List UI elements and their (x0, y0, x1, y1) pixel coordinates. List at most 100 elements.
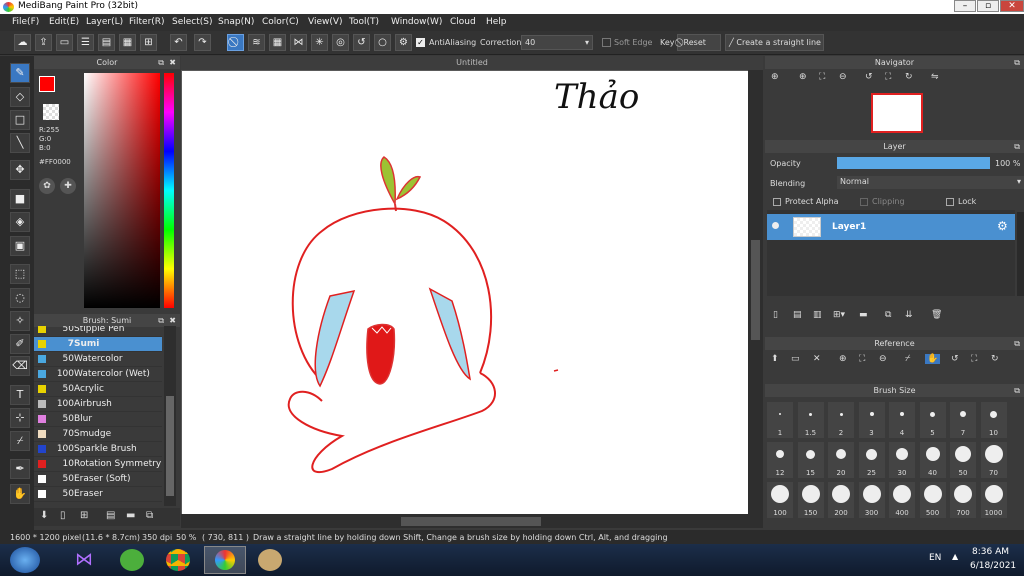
brush-cloud-icon[interactable]: ⬇ (40, 510, 48, 521)
fill-rect-tool-icon[interactable]: ■ (10, 189, 30, 209)
rotate-right-icon[interactable]: ↻ (991, 354, 999, 364)
snap-vanish-icon[interactable]: ⋈ (290, 34, 307, 51)
brush-item[interactable]: 50 Acrylic (34, 382, 162, 397)
select-pen-icon[interactable]: ✐ (10, 334, 30, 354)
rotate-left-icon[interactable]: ↺ (865, 72, 873, 82)
navigator-preview[interactable] (871, 93, 923, 133)
zoom-out-icon[interactable]: ⊖ (839, 72, 847, 82)
open-folder-icon[interactable]: ▭ (791, 354, 800, 364)
undo-icon[interactable]: ↶ (170, 34, 187, 51)
zoom-in-icon[interactable]: ⊕ (839, 354, 847, 364)
text-tool-icon[interactable]: T (10, 385, 30, 405)
brush-size-option[interactable]: 25 (858, 442, 885, 478)
brush-size-option[interactable]: 12 (767, 442, 793, 478)
menu-select[interactable]: Select(S) (172, 17, 213, 27)
drawing-canvas[interactable]: Thảo (182, 71, 748, 514)
zoom-out-icon[interactable]: ⊖ (879, 354, 887, 364)
bucket-tool-icon[interactable]: ◈ (10, 212, 30, 232)
menu-tool[interactable]: Tool(T) (349, 17, 379, 27)
menu-window[interactable]: Window(W) (391, 17, 442, 27)
undock-icon[interactable]: ⧉ (158, 56, 164, 69)
operation-tool-icon[interactable]: ⊹ (10, 408, 30, 428)
rotate-left-icon[interactable]: ↺ (951, 354, 959, 364)
brush-item[interactable]: 7Sumi✿ (34, 337, 162, 352)
scrollbar-thumb[interactable] (166, 396, 174, 496)
cloud-icon[interactable]: ☁ (14, 34, 31, 51)
antialiasing-checkbox[interactable]: ✓ (416, 38, 425, 47)
undock-icon[interactable]: ⧉ (1014, 140, 1020, 153)
brush-size-option[interactable]: 700 (950, 482, 976, 518)
brush-size-option[interactable]: 3 (858, 402, 885, 438)
new-8bit-layer-icon[interactable]: ▥ (813, 310, 822, 320)
menu-help[interactable]: Help (486, 17, 507, 27)
gradient-tool-icon[interactable]: ▣ (10, 236, 30, 256)
vscroll-thumb[interactable] (751, 240, 760, 340)
visibility-icon[interactable] (772, 222, 779, 229)
brush-item[interactable]: 50 Stipple Pen (34, 326, 162, 337)
clipping-checkbox[interactable] (860, 198, 868, 206)
menu-file[interactable]: File(F) (12, 17, 39, 27)
brush-item[interactable]: 50 Watercolor (34, 352, 162, 367)
brush-size-option[interactable]: 30 (889, 442, 915, 478)
gear-icon[interactable]: ⚙ (997, 219, 1008, 233)
eyedropper-icon[interactable]: ⌿ (905, 354, 910, 364)
snap-circle-icon[interactable]: ◎ (332, 34, 349, 51)
brush-size-option[interactable]: 4 (889, 402, 915, 438)
flip-icon[interactable]: ⇋ (931, 72, 939, 82)
palette-icon[interactable]: ✿ (39, 178, 55, 194)
menu-layer[interactable]: Layer(L) (86, 17, 123, 27)
add-layer-dropdown-icon[interactable]: ⊞▾ (833, 310, 845, 320)
brush-item[interactable]: 50 Eraser (34, 487, 162, 502)
palette-add-icon[interactable]: ✚ (60, 178, 76, 194)
brush-size-option[interactable]: 150 (797, 482, 824, 518)
app-green-icon[interactable] (120, 549, 144, 571)
reset-button[interactable]: ⃠ Reset (677, 34, 721, 51)
reference-cloud-icon[interactable]: ⬆ (771, 354, 779, 364)
brush-size-option[interactable]: 2 (828, 402, 854, 438)
blending-select[interactable]: Normal ▾ (837, 176, 1024, 189)
add-brush-icon[interactable]: ⊞ (80, 510, 88, 521)
snap-radial-icon[interactable]: ✳ (311, 34, 328, 51)
undock-icon[interactable]: ⧉ (1014, 56, 1020, 69)
upload-icon[interactable]: ⇪ (35, 34, 52, 51)
lasso-tool-icon[interactable]: ◌ (10, 288, 30, 308)
brush-item[interactable]: 10 Rotation Symmetry P (34, 457, 162, 472)
saturation-value-picker[interactable] (84, 73, 160, 308)
line-tool-icon[interactable]: ╲ (10, 133, 30, 153)
redo-icon[interactable]: ↷ (194, 34, 211, 51)
maximize-button[interactable]: ▫ (977, 0, 999, 12)
visual-studio-icon[interactable]: ⋈ (72, 549, 96, 571)
straight-line-button[interactable]: ╱ Create a straight line (725, 34, 824, 51)
close-panel-icon[interactable]: ✖ (169, 56, 176, 69)
layout-icon[interactable]: ⊞ (140, 34, 157, 51)
brush-size-option[interactable]: 40 (919, 442, 946, 478)
brush-item[interactable]: 50 Blur (34, 412, 162, 427)
paint-icon[interactable] (258, 549, 282, 571)
minimize-button[interactable]: – (954, 0, 976, 12)
brush-tool-icon[interactable]: ✎ (10, 63, 30, 83)
horizontal-scrollbar[interactable] (181, 514, 763, 528)
brush-scrollbar[interactable] (164, 326, 176, 506)
menu-view[interactable]: View(V) (308, 17, 343, 27)
zoom-in-icon[interactable]: ⊕ (771, 72, 779, 82)
chrome-icon[interactable] (166, 549, 190, 571)
close-button[interactable]: ✕ (1000, 0, 1024, 12)
tray-chevron-icon[interactable]: ▲ (952, 552, 958, 561)
list-icon[interactable]: ☰ (77, 34, 94, 51)
snap-curve-icon[interactable]: ↺ (353, 34, 370, 51)
clock-time[interactable]: 8:36 AM (972, 547, 1009, 557)
brush-size-option[interactable]: 70 (980, 442, 1007, 478)
eyedropper-tool-icon[interactable]: ⌿ (10, 431, 30, 451)
layer-scrollbar[interactable] (1017, 212, 1024, 296)
brush-size-option[interactable]: 10 (980, 402, 1007, 438)
hscroll-thumb[interactable] (401, 517, 541, 526)
brush-size-option[interactable]: 400 (889, 482, 915, 518)
zoom-in-icon[interactable]: ⊕ (799, 72, 807, 82)
vertical-scrollbar[interactable] (748, 70, 763, 514)
grid-icon[interactable]: ▦ (119, 34, 136, 51)
snap-ellipse-icon[interactable]: ○ (374, 34, 391, 51)
fit-icon[interactable]: ⛶ (819, 72, 825, 82)
brush-item[interactable]: 50 Eraser (Soft) (34, 472, 162, 487)
comment-icon[interactable]: ▭ (56, 34, 73, 51)
new-layer-icon[interactable]: ▯ (773, 310, 778, 320)
